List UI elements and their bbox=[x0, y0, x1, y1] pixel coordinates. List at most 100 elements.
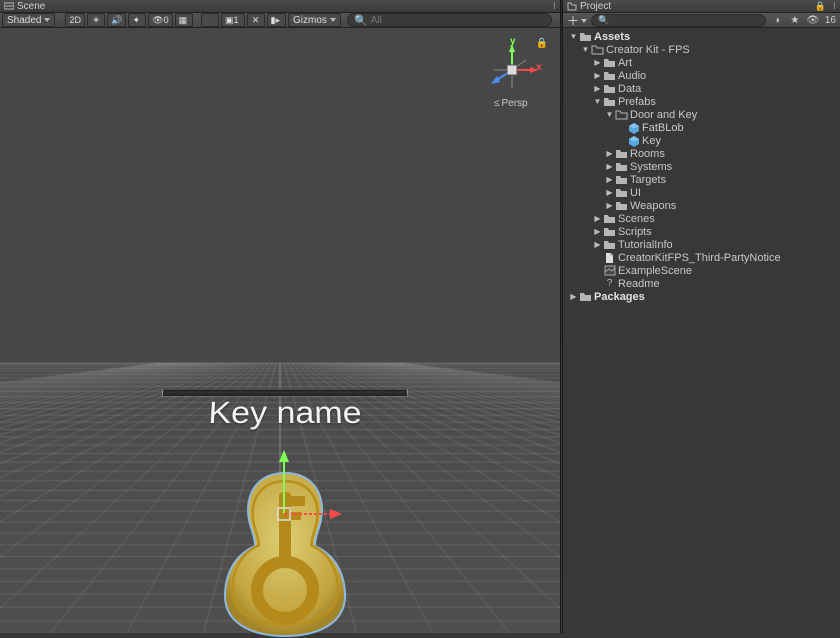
shading-mode-dropdown[interactable]: Shaded bbox=[2, 13, 55, 27]
toggle-grid-button[interactable]: ▦ bbox=[175, 13, 194, 27]
tree-row-label: Readme bbox=[618, 278, 660, 290]
tree-row[interactable]: Key bbox=[563, 134, 840, 147]
expand-icon[interactable]: ▶ bbox=[593, 214, 602, 223]
tree-row[interactable]: ▶ Packages bbox=[563, 290, 840, 303]
tree-row[interactable]: FatBLob bbox=[563, 121, 840, 134]
tree-row[interactable]: ExampleScene bbox=[563, 264, 840, 277]
tree-row-label: Audio bbox=[618, 70, 646, 82]
tree-row-label: Packages bbox=[594, 291, 645, 303]
search-icon: 🔍 bbox=[354, 14, 368, 27]
tree-row[interactable]: ▶TutorialInfo bbox=[563, 238, 840, 251]
eye-icon: 👁 bbox=[152, 15, 163, 26]
project-search[interactable]: 🔍 bbox=[591, 14, 766, 27]
project-search-input[interactable] bbox=[612, 15, 759, 26]
expand-icon[interactable]: ▶ bbox=[605, 175, 614, 184]
collapse-icon[interactable]: ▼ bbox=[569, 32, 578, 41]
lock-icon[interactable]: 🔒 bbox=[815, 1, 826, 12]
camera-small-icon: ▣ bbox=[225, 15, 234, 26]
toggle-audio-button[interactable]: 🔊 bbox=[107, 13, 126, 27]
collapse-icon[interactable]: ▼ bbox=[605, 110, 614, 119]
project-tree[interactable]: ▼Assets▼Creator Kit - FPS▶Art▶Audio▶Data… bbox=[563, 28, 840, 633]
tree-row-label: FatBLob bbox=[642, 122, 684, 134]
tree-row[interactable]: ▶Rooms bbox=[563, 147, 840, 160]
tree-row[interactable]: ▶Scripts bbox=[563, 225, 840, 238]
tree-row[interactable]: ▼ Door and Key bbox=[563, 108, 840, 121]
tree-row[interactable]: ▼ Assets bbox=[563, 30, 840, 43]
tree-row[interactable]: ▶Weapons bbox=[563, 199, 840, 212]
folder-o-icon bbox=[591, 44, 604, 56]
tools-button[interactable]: ✕ bbox=[247, 13, 265, 27]
scene-panel: Scene ⁝ Shaded 2D ☀ 🔊 ✦ 👁0 ▦ ▣1 ✕ ▮▸ Giz… bbox=[0, 0, 560, 633]
scene-tab[interactable]: Scene bbox=[4, 1, 45, 12]
project-panel: Project 🔒 ⁝ ＋ 🔍 ◑ ★ 👁 16 ▼Assets▼Creator… bbox=[563, 0, 840, 633]
tree-row[interactable]: CreatorKitFPS_Third-PartyNotice bbox=[563, 251, 840, 264]
scene-search-input[interactable] bbox=[371, 15, 545, 26]
toggle-2d-button[interactable]: 2D bbox=[65, 13, 85, 27]
toggle-fx-button[interactable]: ✦ bbox=[128, 13, 146, 27]
toggle-hidden-button[interactable]: 👁0 bbox=[148, 13, 172, 27]
tree-row[interactable]: ?Readme bbox=[563, 277, 840, 290]
collapse-icon[interactable]: ▼ bbox=[593, 97, 602, 106]
expand-icon[interactable]: ▶ bbox=[593, 58, 602, 67]
folder-icon bbox=[603, 226, 616, 238]
folder-icon bbox=[579, 31, 592, 43]
tree-row-label: Key bbox=[642, 135, 661, 147]
tree-row-label: Prefabs bbox=[618, 96, 656, 108]
tree-row[interactable]: ▶ Targets bbox=[563, 173, 840, 186]
tree-row-label: Assets bbox=[594, 31, 630, 43]
expand-icon[interactable]: ▶ bbox=[593, 71, 602, 80]
tree-row[interactable]: ▶ Audio bbox=[563, 69, 840, 82]
create-asset-button[interactable]: ＋ bbox=[567, 12, 587, 29]
project-tab[interactable]: Project bbox=[567, 1, 611, 12]
gizmos-dropdown[interactable]: Gizmos bbox=[288, 13, 341, 27]
projection-label[interactable]: Persp bbox=[494, 98, 528, 109]
expand-icon[interactable]: ▶ bbox=[593, 84, 602, 93]
component-tools-dropdown[interactable] bbox=[201, 13, 219, 27]
folder-icon bbox=[603, 57, 616, 69]
panel-options-icon[interactable]: ⁝ bbox=[833, 1, 836, 12]
expand-icon[interactable]: ▶ bbox=[605, 188, 614, 197]
expand-icon[interactable]: ▶ bbox=[605, 201, 614, 210]
panel-options-icon[interactable]: ⁝ bbox=[553, 1, 556, 12]
expand-icon[interactable]: ▶ bbox=[605, 149, 614, 158]
camera-count-button[interactable]: ▣1 bbox=[221, 13, 245, 27]
tree-row-label: Scenes bbox=[618, 213, 655, 225]
tree-row[interactable]: ▼Creator Kit - FPS bbox=[563, 43, 840, 56]
camera-button[interactable]: ▮▸ bbox=[267, 13, 286, 27]
scene-icon bbox=[603, 265, 616, 277]
object-label-text: Key name bbox=[207, 396, 362, 431]
tree-row[interactable]: ▶Art bbox=[563, 56, 840, 69]
hidden-toggle-button[interactable]: 👁 bbox=[806, 14, 820, 27]
tree-row[interactable]: ▶Data bbox=[563, 82, 840, 95]
key-prefab-object[interactable] bbox=[220, 468, 350, 638]
expand-icon[interactable]: ▶ bbox=[605, 162, 614, 171]
filter-favorites-button[interactable]: ★ bbox=[788, 14, 802, 27]
tree-row-label: Door and Key bbox=[630, 109, 697, 121]
scene-viewport[interactable]: 🔒 y x Persp Key name bbox=[0, 28, 560, 633]
tree-row-label: ExampleScene bbox=[618, 265, 692, 277]
chevron-down-icon bbox=[330, 18, 336, 22]
expand-icon[interactable]: ▶ bbox=[593, 227, 602, 236]
project-tab-bar: Project 🔒 ⁝ bbox=[563, 0, 840, 13]
toggle-skybox-button[interactable]: ☀ bbox=[87, 13, 105, 27]
folder-icon bbox=[615, 161, 628, 173]
expand-icon[interactable]: ▶ bbox=[593, 240, 602, 249]
filter-by-type-button[interactable]: ◑ bbox=[770, 14, 784, 27]
tree-row[interactable]: ▶ Scenes bbox=[563, 212, 840, 225]
folder-icon bbox=[603, 70, 616, 82]
unknown-icon: ? bbox=[603, 278, 616, 290]
camera-icon: ▮▸ bbox=[271, 15, 280, 26]
tree-row-label: Targets bbox=[630, 174, 666, 186]
prefab-icon bbox=[627, 135, 640, 147]
folder-icon bbox=[579, 291, 592, 303]
tree-row-label: UI bbox=[630, 187, 641, 199]
tree-row[interactable]: ▼ Prefabs bbox=[563, 95, 840, 108]
tree-row[interactable]: ▶Systems bbox=[563, 160, 840, 173]
orientation-gizmo[interactable]: 🔒 y x Persp bbox=[478, 36, 548, 116]
collapse-icon[interactable]: ▼ bbox=[581, 45, 590, 54]
tree-row[interactable]: ▶ UI bbox=[563, 186, 840, 199]
speaker-icon: 🔊 bbox=[111, 15, 122, 26]
folder-icon bbox=[603, 83, 616, 95]
scene-search[interactable]: 🔍 bbox=[347, 13, 552, 27]
expand-icon[interactable]: ▶ bbox=[569, 292, 578, 301]
